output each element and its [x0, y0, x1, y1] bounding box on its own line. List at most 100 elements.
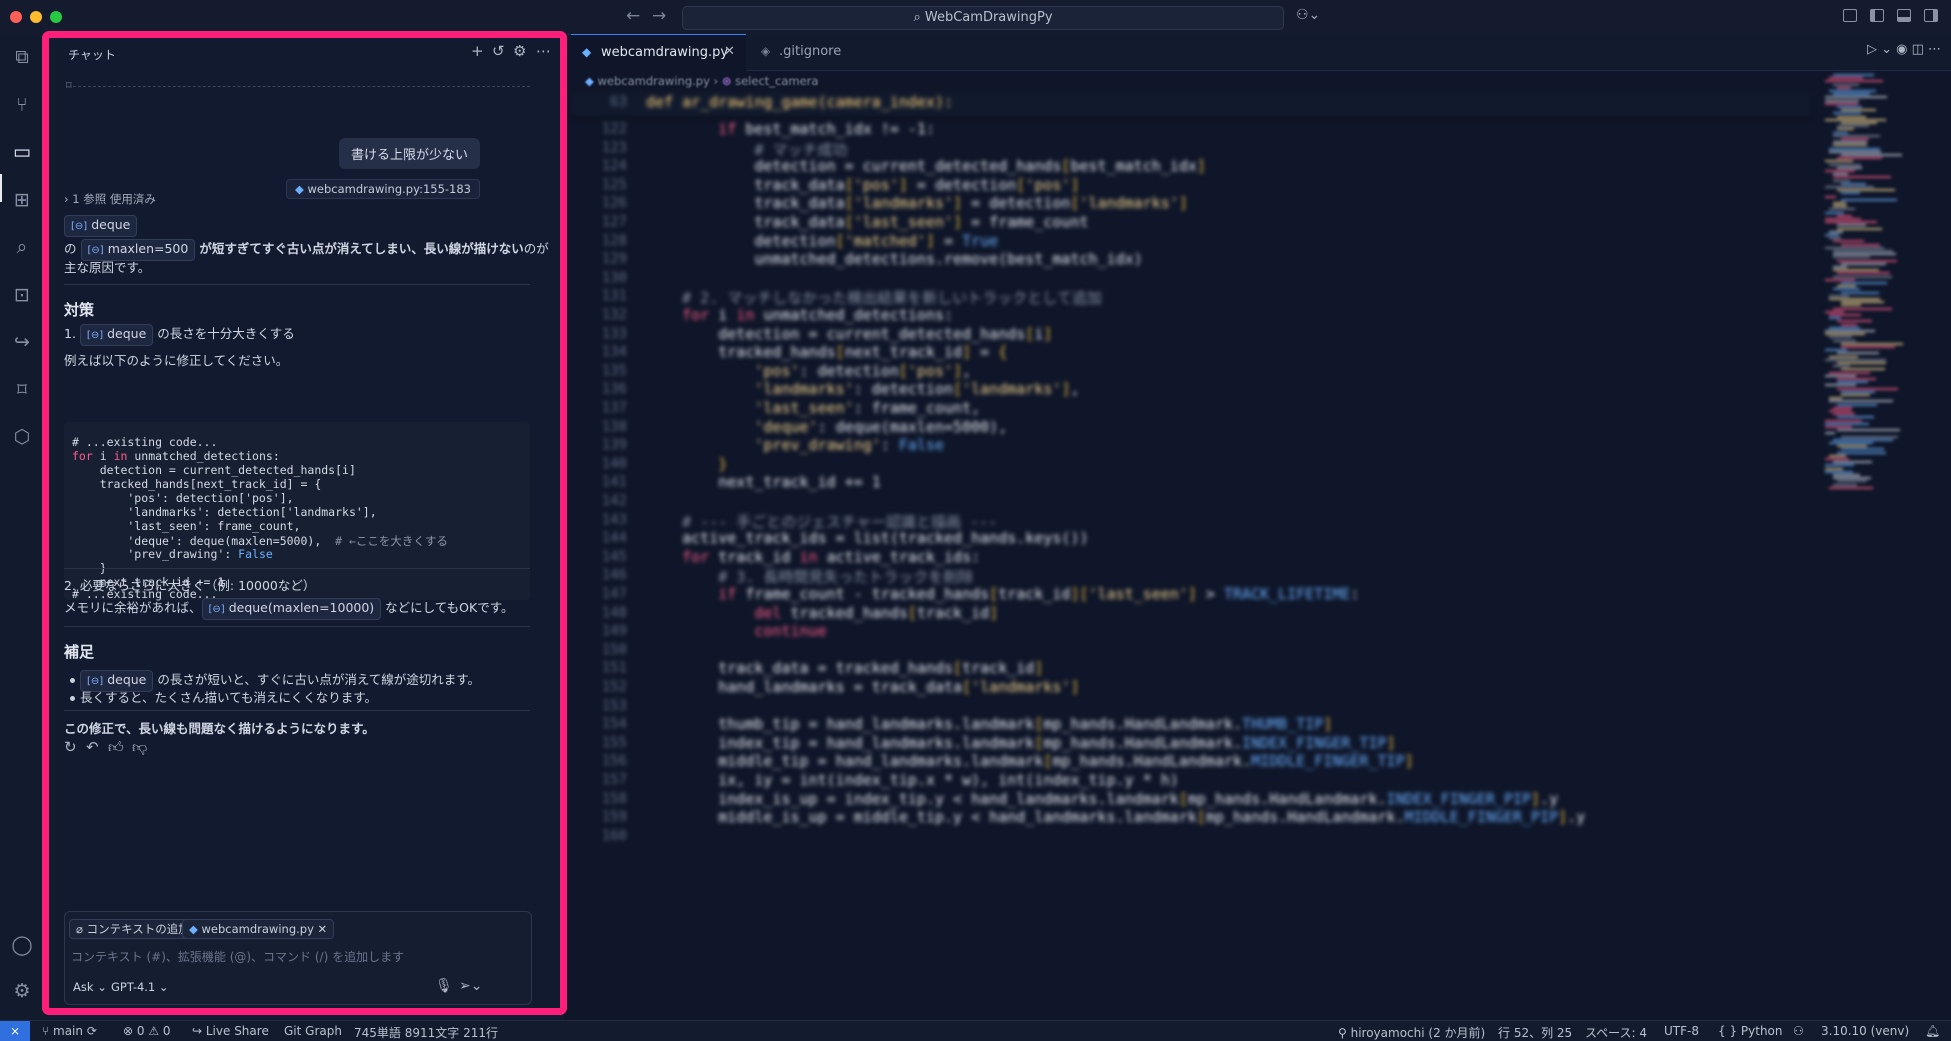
minimap-line	[1825, 211, 1845, 214]
minimap-line	[1837, 387, 1898, 390]
code-line: 'pos': detection['pos'],	[72, 491, 294, 505]
model-dropdown[interactable]: GPT-4.1 ⌄	[111, 980, 169, 994]
language-mode[interactable]: { } Python	[1718, 1024, 1783, 1038]
live-share-button[interactable]: ↪ Live Share	[192, 1024, 269, 1038]
minimap-line	[1833, 477, 1872, 480]
python-interpreter[interactable]: 3.10.10 (venv)	[1821, 1024, 1909, 1038]
microphone-icon[interactable]: 🎙︎	[435, 978, 453, 994]
tab-webcamdrawing[interactable]: ◆ webcamdrawing.py ✕	[571, 34, 746, 71]
python-file-icon: ◆	[582, 45, 592, 59]
minimap-line	[1837, 352, 1880, 355]
python-file-icon: ◆	[585, 74, 598, 88]
code-editor[interactable]: 63 def ar_drawing_game(camera_index): 12…	[571, 92, 1811, 1022]
explorer-icon[interactable]: ⧉	[11, 46, 33, 68]
live-share-icon[interactable]: ↪	[11, 331, 33, 353]
user-message: 書ける上限が少ない	[338, 138, 480, 169]
minimap[interactable]	[1821, 74, 1931, 494]
line-number: 146	[601, 567, 627, 584]
account-icon[interactable]: ◯	[11, 934, 33, 956]
minimap-line	[1825, 310, 1844, 313]
gear-icon[interactable]: ⚙	[513, 42, 526, 60]
forward-arrow-icon[interactable]: →	[652, 6, 666, 26]
line-number: 151	[601, 660, 627, 677]
code-line: middle_tip = hand_landmarks.landmark[mp_…	[646, 752, 1414, 771]
minimap-line	[1829, 410, 1853, 412]
extensions-icon[interactable]: ⊞	[11, 189, 33, 211]
step-2-detail: メモリに余裕があれば、 [⊖] deque(maxlen=10000) などにしても…	[64, 597, 513, 620]
minimap-line	[1833, 365, 1851, 368]
minimap-line	[1825, 160, 1853, 163]
code-line: detection = current_detected_hands[i]	[72, 463, 356, 477]
new-chat-plus-icon[interactable]: +	[471, 42, 484, 60]
indentation[interactable]: スペース: 4	[1585, 1024, 1647, 1041]
user-reference-chip[interactable]: ◆ webcamdrawing.py:155-183	[286, 179, 480, 199]
code-line: track_data['pos'] = detection['pos']	[646, 175, 1080, 194]
chat-input[interactable]: ⌀ コンテキストの追加... ◆ webcamdrawing.py ✕ コンテキ…	[64, 911, 532, 1005]
chat-icon[interactable]: ▭	[11, 141, 33, 163]
minimap-line	[1825, 234, 1839, 236]
containers-icon[interactable]: ⬡	[11, 426, 33, 448]
toggle-secondary-sidebar-icon[interactable]	[1924, 9, 1938, 22]
thumbs-down-icon[interactable]: 👎︎	[132, 738, 147, 757]
notifications-bell-icon[interactable]: 🔔︎	[1925, 1024, 1940, 1038]
minimap-line	[1837, 362, 1886, 364]
thumbs-up-icon[interactable]: 👍︎	[108, 738, 124, 757]
reference-chip[interactable]: [⊖] deque	[64, 215, 138, 237]
search-icon[interactable]: ⌕	[11, 236, 33, 258]
close-window-button[interactable]	[10, 11, 22, 23]
line-number: 138	[601, 418, 627, 435]
inline-code-chip[interactable]: [⊖] deque	[79, 324, 154, 346]
line-number: 127	[601, 214, 627, 230]
copilot-status-icon[interactable]: ⚇	[1793, 1024, 1804, 1038]
inline-code-chip[interactable]: [⊖] deque(maxlen=10000)	[201, 598, 382, 620]
chevron-down-icon: ⌄	[97, 980, 107, 994]
branch-indicator[interactable]: ⑂ main ⟳	[42, 1024, 97, 1038]
cursor-position[interactable]: 行 52、列 25	[1498, 1024, 1572, 1041]
command-center-search[interactable]: ⌕ WebCamDrawingPy	[682, 6, 1284, 30]
references-toggle[interactable]: › 1 参照 使用済み	[64, 191, 156, 207]
code-block[interactable]: # ...existing code... for i in unmatched…	[64, 422, 530, 601]
problems-indicator[interactable]: ⊗ 0 ⚠ 0	[123, 1024, 171, 1038]
breadcrumb[interactable]: ◆ webcamdrawing.py › ⊛ select_camera	[585, 74, 818, 88]
mode-dropdown[interactable]: Ask ⌄	[73, 980, 107, 994]
line-number: 128	[601, 232, 627, 249]
minimap-line	[1829, 294, 1850, 297]
toggle-panel-icon[interactable]	[1897, 9, 1911, 22]
back-arrow-icon[interactable]: ←	[626, 6, 640, 26]
remote-explorer-icon[interactable]: ⊡	[11, 284, 33, 306]
send-icon[interactable]: ➢⌄	[459, 978, 482, 994]
retry-icon[interactable]: ↻	[64, 738, 77, 756]
minimap-line	[1825, 102, 1859, 105]
copilot-icon[interactable]: ⚇⌄	[1296, 7, 1320, 23]
remote-indicator-icon[interactable]: ⨯	[0, 1021, 30, 1041]
undo-icon[interactable]: ↶	[86, 738, 99, 756]
context-file-chip[interactable]: ◆ webcamdrawing.py ✕	[182, 919, 335, 939]
source-control-icon[interactable]: ⑂	[11, 94, 33, 116]
settings-gear-icon[interactable]: ⚙	[11, 980, 33, 1002]
git-blame[interactable]: ⚲ hiroyamochi (2 か月前)	[1338, 1024, 1485, 1041]
git-graph-button[interactable]: Git Graph	[284, 1024, 342, 1038]
minimap-line	[1841, 291, 1880, 294]
maximize-window-button[interactable]	[50, 11, 62, 23]
git-branch-icon: ⑂	[42, 1024, 54, 1038]
line-number: 134	[601, 344, 627, 361]
line-number: 135	[601, 362, 627, 379]
history-icon[interactable]: ↺	[492, 42, 505, 60]
bookmarks-icon[interactable]: ⌑	[11, 379, 33, 401]
input-placeholder[interactable]: コンテキスト (#)、拡張機能 (@)、コマンド (/) を追加します	[71, 948, 404, 965]
close-icon[interactable]: ✕	[724, 44, 735, 59]
encoding[interactable]: UTF-8	[1664, 1024, 1699, 1038]
minimap-line	[1825, 467, 1844, 470]
tab-gitignore[interactable]: .gitignore	[779, 44, 841, 59]
minimap-line	[1833, 176, 1891, 179]
more-actions-icon[interactable]: ⋯	[536, 42, 551, 60]
step-2: 2. 必要ならさらに大きく（例: 10000など）	[64, 578, 316, 593]
code-line: # ...existing code...	[72, 435, 218, 449]
customize-layout-icon[interactable]	[1843, 9, 1857, 22]
minimap-line	[1837, 429, 1900, 432]
toggle-primary-sidebar-icon[interactable]	[1870, 9, 1884, 22]
close-icon[interactable]: ✕	[314, 922, 328, 936]
minimize-window-button[interactable]	[30, 11, 42, 23]
line-number: 140	[601, 455, 627, 472]
run-python-icon[interactable]: ▷ ⌄ ◉ ◫ ⋯	[1867, 42, 1941, 57]
